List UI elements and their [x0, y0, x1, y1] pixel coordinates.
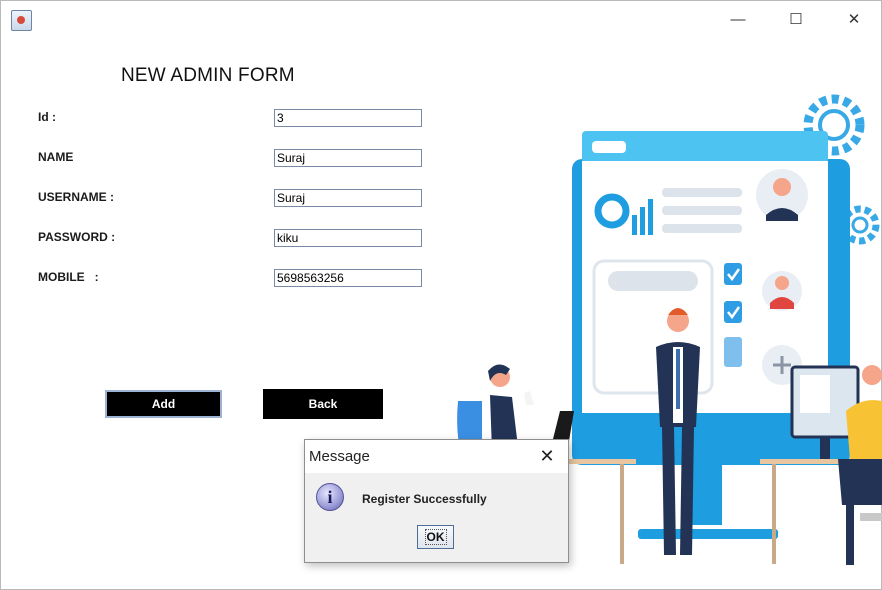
java-app-icon [11, 10, 32, 31]
checkbox-icon [724, 263, 742, 367]
dialog-title: Message [309, 448, 370, 465]
name-field[interactable] [274, 149, 422, 167]
message-dialog: Message ✕ i Register Successfully OK [304, 439, 569, 563]
maximize-button[interactable]: ☐ [767, 1, 825, 37]
add-button[interactable]: Add [105, 390, 222, 418]
app-window: — ☐ ✕ NEW ADMIN FORM Id : NAME USERNAME … [0, 0, 882, 590]
close-button[interactable]: ✕ [825, 1, 882, 37]
ok-button[interactable]: OK [417, 525, 454, 549]
information-icon: i [316, 483, 344, 511]
mobile-label: MOBILE : [38, 270, 99, 284]
id-label: Id : [38, 110, 56, 124]
username-label: USERNAME : [38, 190, 115, 204]
password-field[interactable] [274, 229, 422, 247]
minimize-button[interactable]: — [709, 1, 767, 37]
back-button[interactable]: Back [263, 389, 383, 419]
title-bar: — ☐ ✕ [1, 1, 881, 37]
dialog-close-button[interactable]: ✕ [532, 443, 562, 469]
dialog-message: Register Successfully [362, 492, 487, 506]
password-label: PASSWORD : [38, 230, 116, 244]
page-title: NEW ADMIN FORM [121, 65, 295, 86]
dialog-title-bar: Message ✕ [305, 440, 568, 473]
username-field[interactable] [274, 189, 422, 207]
ok-button-label: OK [424, 529, 447, 545]
name-label: NAME [38, 150, 74, 164]
mobile-field[interactable] [274, 269, 422, 287]
id-field[interactable] [274, 109, 422, 127]
